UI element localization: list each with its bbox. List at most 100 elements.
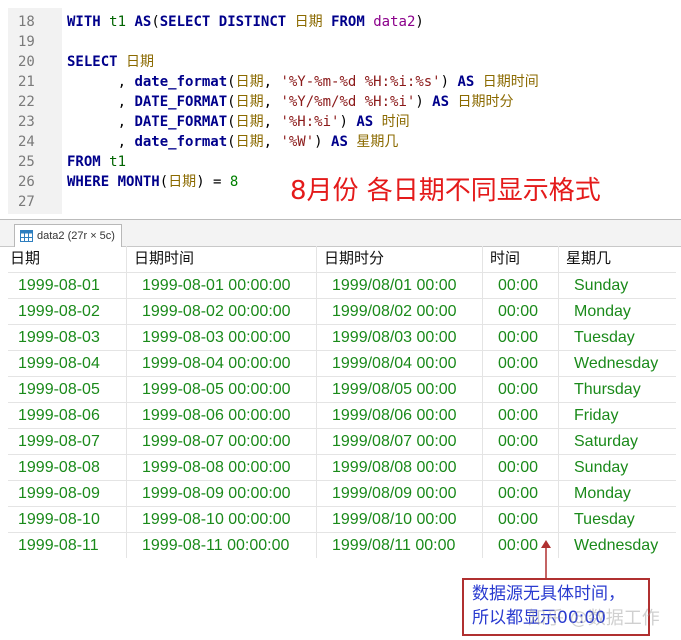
table-cell[interactable]: 1999-08-01 00:00:00: [142, 273, 326, 299]
table-cell[interactable]: 00:00: [498, 481, 568, 507]
table-cell[interactable]: Thursday: [574, 377, 680, 403]
code-token: ,: [67, 74, 135, 90]
line-number: 19: [18, 34, 35, 50]
table-cell[interactable]: Saturday: [574, 429, 680, 455]
table-cell[interactable]: 1999-08-10 00:00:00: [142, 507, 326, 533]
table-cell[interactable]: 1999/08/07 00:00: [332, 429, 492, 455]
code-token: date_format: [134, 74, 228, 90]
table-cell[interactable]: Wednesday: [574, 533, 680, 559]
code-token: AS: [134, 14, 152, 30]
column-header[interactable]: 日期: [10, 246, 128, 272]
table-cell[interactable]: 1999-08-11: [18, 533, 136, 559]
table-cell[interactable]: 1999/08/08 00:00: [332, 455, 492, 481]
table-cell[interactable]: 1999-08-03: [18, 325, 136, 351]
table-cell[interactable]: 1999-08-07 00:00:00: [142, 429, 326, 455]
table-cell[interactable]: 1999-08-02 00:00:00: [142, 299, 326, 325]
table-cell[interactable]: 1999/08/11 00:00: [332, 533, 492, 559]
code-token: ): [440, 74, 458, 90]
table-row[interactable]: 1999-08-07 1999-08-07 00:00:00 1999/08/07 …: [8, 428, 676, 455]
table-cell[interactable]: 1999-08-10: [18, 507, 136, 533]
table-cell[interactable]: Tuesday: [574, 507, 680, 533]
table-cell[interactable]: 1999-08-05 00:00:00: [142, 377, 326, 403]
line-number: 22: [18, 94, 35, 110]
column-header[interactable]: 时间: [490, 246, 560, 272]
table-cell[interactable]: 00:00: [498, 325, 568, 351]
table-cell[interactable]: Sunday: [574, 455, 680, 481]
table-cell[interactable]: 1999/08/03 00:00: [332, 325, 492, 351]
code-token: ,: [263, 114, 281, 130]
table-cell[interactable]: 1999-08-04 00:00:00: [142, 351, 326, 377]
table-cell[interactable]: 1999/08/10 00:00: [332, 507, 492, 533]
table-cell[interactable]: 00:00: [498, 377, 568, 403]
code-token: ,: [263, 74, 281, 90]
table-cell[interactable]: 00:00: [498, 299, 568, 325]
code-token: SELECT: [67, 54, 118, 70]
column-header[interactable]: 星期几: [566, 246, 672, 272]
table-row[interactable]: 1999-08-03 1999-08-03 00:00:00 1999/08/03 …: [8, 324, 676, 351]
code-token: DISTINCT: [218, 14, 287, 30]
code-token: 星期几: [356, 134, 399, 150]
line-number: 21: [18, 74, 35, 90]
table-cell[interactable]: 1999-08-09: [18, 481, 136, 507]
table-cell[interactable]: 1999-08-08 00:00:00: [142, 455, 326, 481]
code-token: 日期时间: [482, 74, 539, 90]
table-cell[interactable]: 1999/08/06 00:00: [332, 403, 492, 429]
code-token: AS: [356, 114, 374, 130]
table-cell[interactable]: 00:00: [498, 533, 568, 559]
table-cell[interactable]: 1999-08-04: [18, 351, 136, 377]
table-cell[interactable]: Wednesday: [574, 351, 680, 377]
table-cell[interactable]: 1999-08-08: [18, 455, 136, 481]
table-cell[interactable]: 1999-08-02: [18, 299, 136, 325]
table-cell[interactable]: 1999-08-05: [18, 377, 136, 403]
table-cell[interactable]: 00:00: [498, 273, 568, 299]
table-cell[interactable]: 00:00: [498, 351, 568, 377]
tab-data2[interactable]: data2 (27r × 5c): [14, 224, 122, 247]
table-row[interactable]: 1999-08-01 1999-08-01 00:00:00 1999/08/01 …: [8, 272, 676, 299]
table-cell[interactable]: 1999/08/01 00:00: [332, 273, 492, 299]
table-cell[interactable]: 00:00: [498, 403, 568, 429]
table-row[interactable]: 1999-08-08 1999-08-08 00:00:00 1999/08/08 …: [8, 454, 676, 481]
table-row[interactable]: 1999-08-02 1999-08-02 00:00:00 1999/08/02 …: [8, 298, 676, 325]
table-cell[interactable]: Monday: [574, 299, 680, 325]
table-row[interactable]: 1999-08-04 1999-08-04 00:00:00 1999/08/04 …: [8, 350, 676, 377]
table-cell[interactable]: Tuesday: [574, 325, 680, 351]
table-row[interactable]: 1999-08-11 1999-08-11 00:00:00 1999/08/11 …: [8, 532, 676, 559]
table-row[interactable]: 1999-08-09 1999-08-09 00:00:00 1999/08/09 …: [8, 480, 676, 507]
sql-editor[interactable]: 18 WITH t1 AS(SELECT DISTINCT 日期 FROM dat…: [0, 0, 681, 218]
code-text: SELECT 日期: [67, 52, 154, 72]
table-cell[interactable]: 1999-08-03 00:00:00: [142, 325, 326, 351]
table-row[interactable]: 1999-08-10 1999-08-10 00:00:00 1999/08/10 …: [8, 506, 676, 533]
code-token: AS: [457, 74, 475, 90]
code-token: AS: [331, 134, 348, 150]
table-row[interactable]: 1999-08-06 1999-08-06 00:00:00 1999/08/06 …: [8, 402, 676, 429]
table-cell[interactable]: 00:00: [498, 455, 568, 481]
table-cell[interactable]: 1999-08-11 00:00:00: [142, 533, 326, 559]
table-cell[interactable]: 00:00: [498, 429, 568, 455]
code-token: DATE_FORMAT: [134, 114, 228, 130]
table-cell[interactable]: Sunday: [574, 273, 680, 299]
column-header[interactable]: 日期时间: [134, 246, 318, 272]
code-token: '%Y-%m-%d %H:%i:%s': [280, 74, 441, 90]
code-token: 日期: [294, 14, 323, 30]
table-cell[interactable]: 1999-08-06: [18, 403, 136, 429]
table-cell[interactable]: Friday: [574, 403, 680, 429]
table-row[interactable]: 1999-08-05 1999-08-05 00:00:00 1999/08/05 …: [8, 376, 676, 403]
table-cell[interactable]: 1999/08/05 00:00: [332, 377, 492, 403]
code-token: t1: [109, 14, 127, 30]
table-cell[interactable]: 00:00: [498, 507, 568, 533]
table-cell[interactable]: 1999/08/04 00:00: [332, 351, 492, 377]
table-cell[interactable]: 1999-08-06 00:00:00: [142, 403, 326, 429]
table-cell[interactable]: 1999-08-07: [18, 429, 136, 455]
table-cell[interactable]: Monday: [574, 481, 680, 507]
code-token: (: [227, 74, 236, 90]
table-cell[interactable]: 1999/08/02 00:00: [332, 299, 492, 325]
table-cell[interactable]: 1999/08/09 00:00: [332, 481, 492, 507]
table-cell[interactable]: 1999-08-09 00:00:00: [142, 481, 326, 507]
code-token: ,: [67, 134, 135, 150]
table-cell[interactable]: 1999-08-01: [18, 273, 136, 299]
column-header[interactable]: 日期时分: [324, 246, 484, 272]
